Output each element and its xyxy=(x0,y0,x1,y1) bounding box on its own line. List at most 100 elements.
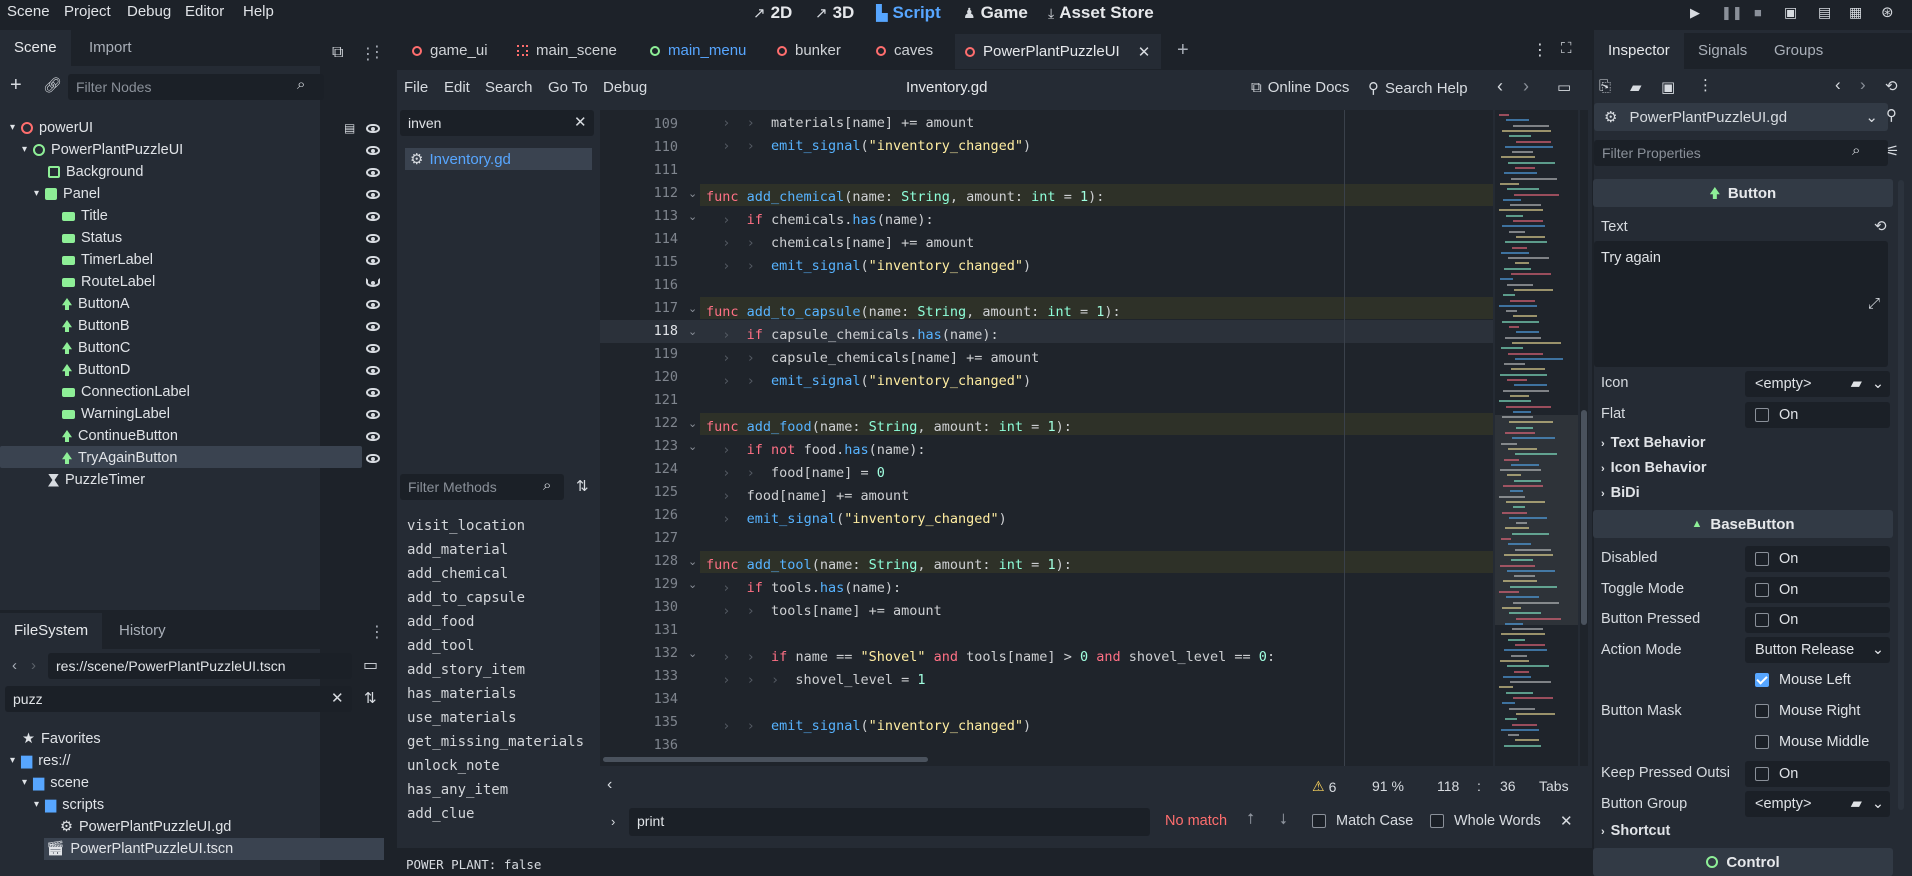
method-item[interactable]: add_material xyxy=(407,542,508,558)
fold-arrow-icon[interactable]: ⌄ xyxy=(688,210,697,223)
flat-checkbox[interactable]: On xyxy=(1745,402,1890,428)
minimap[interactable] xyxy=(1495,110,1578,766)
toggle-panel-icon[interactable]: ▭ xyxy=(1557,78,1571,96)
tab-main-menu[interactable]: main_menu xyxy=(650,42,746,59)
play-scene-icon[interactable]: ▤ xyxy=(1818,4,1831,21)
method-item[interactable]: add_to_capsule xyxy=(407,590,525,606)
tree-node-puzzletimer[interactable]: PuzzleTimer xyxy=(48,469,145,491)
tab-caves[interactable]: caves xyxy=(876,42,933,59)
section-basebutton[interactable]: ▲ BaseButton xyxy=(1593,510,1893,538)
mask-mouse-left[interactable]: Mouse Left xyxy=(1745,667,1890,693)
warnings-indicator[interactable]: ⚠ 6 xyxy=(1312,778,1336,795)
section-button[interactable]: Button xyxy=(1593,179,1893,207)
new-resource-icon[interactable]: ⎘ xyxy=(1599,78,1611,95)
text-value-area[interactable]: Try again ⤢ xyxy=(1594,241,1888,367)
tree-node-buttonc[interactable]: ButtonC xyxy=(62,337,130,359)
expand-replace-icon[interactable]: › xyxy=(611,814,615,829)
clear-filter-icon[interactable]: ✕ xyxy=(574,113,587,131)
method-item[interactable]: get_missing_materials xyxy=(407,734,584,750)
script-menu-search[interactable]: Search xyxy=(485,79,533,96)
find-input[interactable]: print xyxy=(629,808,1150,836)
mode-3d[interactable]: ↗ 3D xyxy=(815,3,854,23)
tree-node-powerplantpuzzleui[interactable]: ▾ PowerPlantPuzzleUI xyxy=(22,139,183,161)
tree-node-title[interactable]: Title xyxy=(62,205,108,227)
method-item[interactable]: add_tool xyxy=(407,638,474,654)
button-pressed-checkbox[interactable]: On xyxy=(1745,607,1890,633)
tab-game-ui[interactable]: game_ui xyxy=(412,42,488,59)
tab-main-scene[interactable]: main_scene xyxy=(517,42,617,59)
fold-arrow-icon[interactable]: ⌄ xyxy=(688,325,697,338)
tab-inspector[interactable]: Inspector xyxy=(1594,33,1684,69)
tab-signals[interactable]: Signals xyxy=(1684,33,1761,69)
fullscreen-icon[interactable]: ⛶ xyxy=(1561,40,1572,57)
expand-icon[interactable]: ⤢ xyxy=(1868,295,1880,312)
forward-icon[interactable]: › xyxy=(31,657,36,674)
fold-arrow-icon[interactable]: ⌄ xyxy=(688,555,697,568)
method-item[interactable]: unlock_note xyxy=(407,758,500,774)
mode-script[interactable]: ▙ Script xyxy=(876,3,941,23)
fold-arrow-icon[interactable]: ⌄ xyxy=(688,187,697,200)
mask-mouse-right[interactable]: Mouse Right xyxy=(1745,698,1890,724)
tree-node-background[interactable]: Background xyxy=(48,161,143,183)
fs-file-gd[interactable]: ⚙ PowerPlantPuzzleUI.gd xyxy=(60,816,231,838)
close-icon[interactable]: ✕ xyxy=(1138,43,1151,61)
zoom-level[interactable]: 91 % xyxy=(1372,778,1404,794)
back-icon[interactable]: ‹ xyxy=(12,657,17,674)
code-editor[interactable] xyxy=(600,110,1493,766)
script-menu-goto[interactable]: Go To xyxy=(548,79,588,96)
icon-value-field[interactable]: <empty> ▰ ⌄ xyxy=(1745,371,1890,397)
find-next-icon[interactable]: ⭣ xyxy=(1280,811,1287,828)
method-item[interactable]: has_materials xyxy=(407,686,517,702)
method-item[interactable]: use_materials xyxy=(407,710,517,726)
tree-node-powerui[interactable]: ▾ powerUI xyxy=(10,117,93,139)
online-docs-button[interactable]: ⧉ Online Docs xyxy=(1251,79,1349,96)
history-forward-icon[interactable]: › xyxy=(1523,76,1529,97)
menu-project[interactable]: Project xyxy=(64,3,111,20)
script-menu-edit[interactable]: Edit xyxy=(444,79,470,96)
fold-arrow-icon[interactable]: ⌄ xyxy=(688,440,697,453)
tree-node-warninglabel[interactable]: WarningLabel xyxy=(62,403,170,425)
tree-node-timerlabel[interactable]: TimerLabel xyxy=(62,249,153,271)
tree-node-status[interactable]: Status xyxy=(62,227,122,249)
menu-editor[interactable]: Editor xyxy=(185,3,224,20)
tree-node-panel[interactable]: ▾ Panel xyxy=(34,183,100,205)
inspector-scrollbar[interactable] xyxy=(1898,180,1904,810)
inspector-kebab-icon[interactable]: ⋮ xyxy=(1698,76,1713,94)
remote-debug-icon[interactable]: ▣ xyxy=(1784,4,1797,21)
method-item[interactable]: add_story_item xyxy=(407,662,525,678)
tree-node-connectionlabel[interactable]: ConnectionLabel xyxy=(62,381,190,403)
group-icon-behavior[interactable]: › Icon Behavior xyxy=(1601,460,1707,476)
fold-arrow-icon[interactable]: ⌄ xyxy=(688,647,697,660)
method-item[interactable]: add_clue xyxy=(407,806,474,822)
filter-methods-input[interactable]: Filter Methods xyxy=(400,474,564,500)
fold-arrow-icon[interactable]: ⌄ xyxy=(688,578,697,591)
disabled-checkbox[interactable]: On xyxy=(1745,546,1890,572)
fs-folder-scene[interactable]: ▾ ▆ scene xyxy=(22,772,89,794)
next-object-icon[interactable]: › xyxy=(1860,75,1866,95)
action-mode-select[interactable]: Button Release ⌄ xyxy=(1745,637,1890,663)
whole-words-checkbox[interactable]: Whole Words xyxy=(1430,813,1541,829)
play-icon[interactable]: ▶ xyxy=(1690,5,1700,21)
tab-filesystem[interactable]: FileSystem xyxy=(0,613,103,649)
fs-res-root[interactable]: ▾ ▆ res:// xyxy=(10,750,70,772)
add-tab-icon[interactable]: + xyxy=(1177,39,1189,62)
menu-debug[interactable]: Debug xyxy=(127,3,171,20)
fs-file-tscn[interactable]: 🎬︎ PowerPlantPuzzleUI.tscn xyxy=(46,838,233,860)
group-bidi[interactable]: › BiDi xyxy=(1601,485,1640,501)
scrollbar-thumb[interactable] xyxy=(1581,410,1587,625)
mode-game[interactable]: ♟ Game xyxy=(963,3,1028,23)
inspector-options-icon[interactable]: ⚟ xyxy=(1886,142,1899,160)
tab-scene[interactable]: Scene xyxy=(0,30,71,66)
collapse-panel-icon[interactable]: ‹ xyxy=(607,776,612,794)
save-icon[interactable]: ▣ xyxy=(1661,78,1675,96)
script-list-item-inventory[interactable]: ⚙ Inventory.gd xyxy=(405,148,592,170)
movie-maker-icon[interactable]: ⊛ xyxy=(1881,3,1894,21)
method-item[interactable]: visit_location xyxy=(407,518,525,534)
tab-import[interactable]: Import xyxy=(75,30,146,66)
filter-nodes-input[interactable]: Filter Nodes xyxy=(68,74,324,100)
method-item[interactable]: add_food xyxy=(407,614,474,630)
tab-groups[interactable]: Groups xyxy=(1760,33,1837,69)
close-find-icon[interactable]: ✕ xyxy=(1560,812,1573,830)
load-resource-icon[interactable]: ▰ xyxy=(1630,78,1642,96)
mask-mouse-middle[interactable]: Mouse Middle xyxy=(1745,729,1890,755)
